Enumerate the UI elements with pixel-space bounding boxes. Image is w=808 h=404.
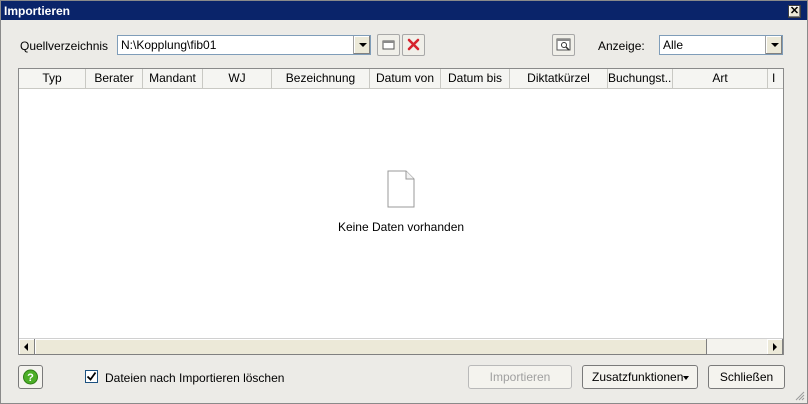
column-header-mandant[interactable]: Mandant [143,69,203,88]
window-title: Importieren [4,4,71,18]
checkmark-icon [86,371,97,381]
scroll-left-icon[interactable] [19,339,35,355]
title-bar: Importieren ✕ [1,1,807,20]
column-header-datum-von[interactable]: Datum von [370,69,441,88]
column-header-datum-bis[interactable]: Datum bis [441,69,510,88]
column-header-berater[interactable]: Berater [86,69,143,88]
source-directory-label: Quellverzeichnis [20,39,109,53]
source-directory-combo[interactable]: N:\Kopplung\fib01 [117,35,371,55]
additional-functions-label: Zusatzfunktionen [592,370,684,384]
preview-icon [556,38,571,51]
column-header-typ[interactable]: Typ [19,69,86,88]
column-header-diktatkuerzel[interactable]: Diktatkürzel [510,69,608,88]
import-grid[interactable]: Typ Berater Mandant WJ Bezeichnung Datum… [18,68,784,355]
help-button[interactable]: ? [18,365,43,389]
display-filter-value: Alle [663,38,684,52]
delete-after-import-label[interactable]: Dateien nach Importieren löschen [105,371,284,385]
column-header-art[interactable]: Art [673,69,768,88]
empty-state-text: Keine Daten vorhanden [337,220,465,234]
delete-after-import-checkbox[interactable] [85,370,98,383]
additional-functions-button[interactable]: Zusatzfunktionen [582,365,698,389]
browse-folder-button[interactable] [377,34,400,56]
column-header-overflow[interactable]: I [768,69,783,88]
scroll-right-icon[interactable] [767,339,783,355]
close-icon[interactable]: ✕ [788,5,801,18]
import-dialog: Importieren ✕ Quellverzeichnis N:\Kopplu… [0,0,808,404]
display-filter-combo[interactable]: Alle [659,35,783,55]
dropdown-arrow-icon [683,376,689,380]
document-icon [387,170,415,208]
chevron-down-icon[interactable] [353,36,370,54]
source-directory-value: N:\Kopplung\fib01 [121,38,217,52]
chevron-down-icon[interactable] [765,36,782,54]
horizontal-scrollbar[interactable] [19,338,783,355]
display-filter-label: Anzeige: [598,39,645,53]
close-button[interactable]: Schließen [708,365,785,389]
clear-path-button[interactable] [402,34,425,56]
column-header-wj[interactable]: WJ [203,69,272,88]
preview-button[interactable] [552,34,575,56]
import-button[interactable]: Importieren [468,365,572,389]
empty-state: Keine Daten vorhanden [19,169,783,234]
svg-text:?: ? [27,372,34,384]
delete-icon [407,38,420,51]
folder-icon [382,40,395,50]
resize-grip-icon[interactable] [793,389,805,401]
column-header-buchungstext[interactable]: Buchungst... [608,69,673,88]
help-icon: ? [23,369,38,385]
column-header-bezeichnung[interactable]: Bezeichnung [272,69,370,88]
scrollbar-thumb[interactable] [35,339,707,355]
grid-header: Typ Berater Mandant WJ Bezeichnung Datum… [19,69,783,89]
